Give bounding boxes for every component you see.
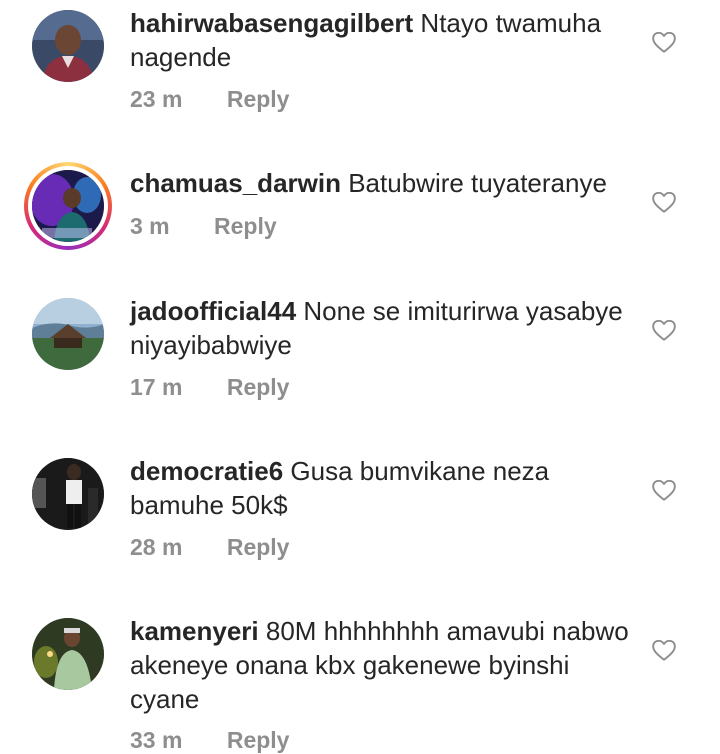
avatar[interactable]: [32, 618, 104, 690]
comment-username[interactable]: jadoofficial44: [130, 296, 296, 326]
avatar[interactable]: [32, 458, 104, 530]
comment-meta: 3 m Reply: [130, 213, 277, 240]
comment-text: hahirwabasengagilbert Ntayo twamuha nage…: [130, 6, 640, 74]
comment-meta: 17 m Reply: [130, 374, 289, 401]
heart-outline-icon[interactable]: [651, 189, 677, 215]
comment-text: democratie6 Gusa bumvikane neza bamuhe 5…: [130, 454, 640, 522]
heart-outline-icon[interactable]: [651, 29, 677, 55]
reply-button[interactable]: Reply: [227, 727, 290, 754]
comment-text: jadoofficial44 None se imiturirwa yasaby…: [130, 294, 640, 362]
comment-username[interactable]: hahirwabasengagilbert: [130, 8, 413, 38]
comment-time: 23 m: [130, 86, 183, 112]
comment-time: 17 m: [130, 374, 183, 400]
avatar-photo: [32, 10, 104, 82]
avatar-photo: [32, 298, 104, 370]
comment-username[interactable]: democratie6: [130, 456, 283, 486]
reply-button[interactable]: Reply: [227, 534, 290, 561]
avatar-photo: [32, 458, 104, 530]
heart-outline-icon[interactable]: [651, 317, 677, 343]
avatar[interactable]: [32, 298, 104, 370]
reply-button[interactable]: Reply: [227, 86, 290, 113]
reply-button[interactable]: Reply: [227, 374, 290, 401]
heart-outline-icon[interactable]: [651, 477, 677, 503]
comment-time: 33 m: [130, 727, 183, 753]
comment-meta: 23 m Reply: [130, 86, 289, 113]
comment-time: 3 m: [130, 213, 170, 239]
comment-text: chamuas_darwin Batubwire tuyateranye: [130, 166, 640, 200]
heart-outline-icon[interactable]: [651, 637, 677, 663]
avatar-photo: [32, 170, 104, 242]
avatar: [32, 170, 104, 242]
comment-text: kamenyeri 80M hhhhhhhh amavubi nabwo ake…: [130, 614, 640, 716]
comment-body: Batubwire tuyateranye: [348, 168, 607, 198]
comment-meta: 33 m Reply: [130, 727, 289, 754]
comment-meta: 28 m Reply: [130, 534, 289, 561]
comment-time: 28 m: [130, 534, 183, 560]
avatar-photo: [32, 618, 104, 690]
avatar[interactable]: [32, 10, 104, 82]
comment-username[interactable]: chamuas_darwin: [130, 168, 341, 198]
story-ring[interactable]: [24, 162, 112, 250]
comment-username[interactable]: kamenyeri: [130, 616, 259, 646]
reply-button[interactable]: Reply: [214, 213, 277, 240]
